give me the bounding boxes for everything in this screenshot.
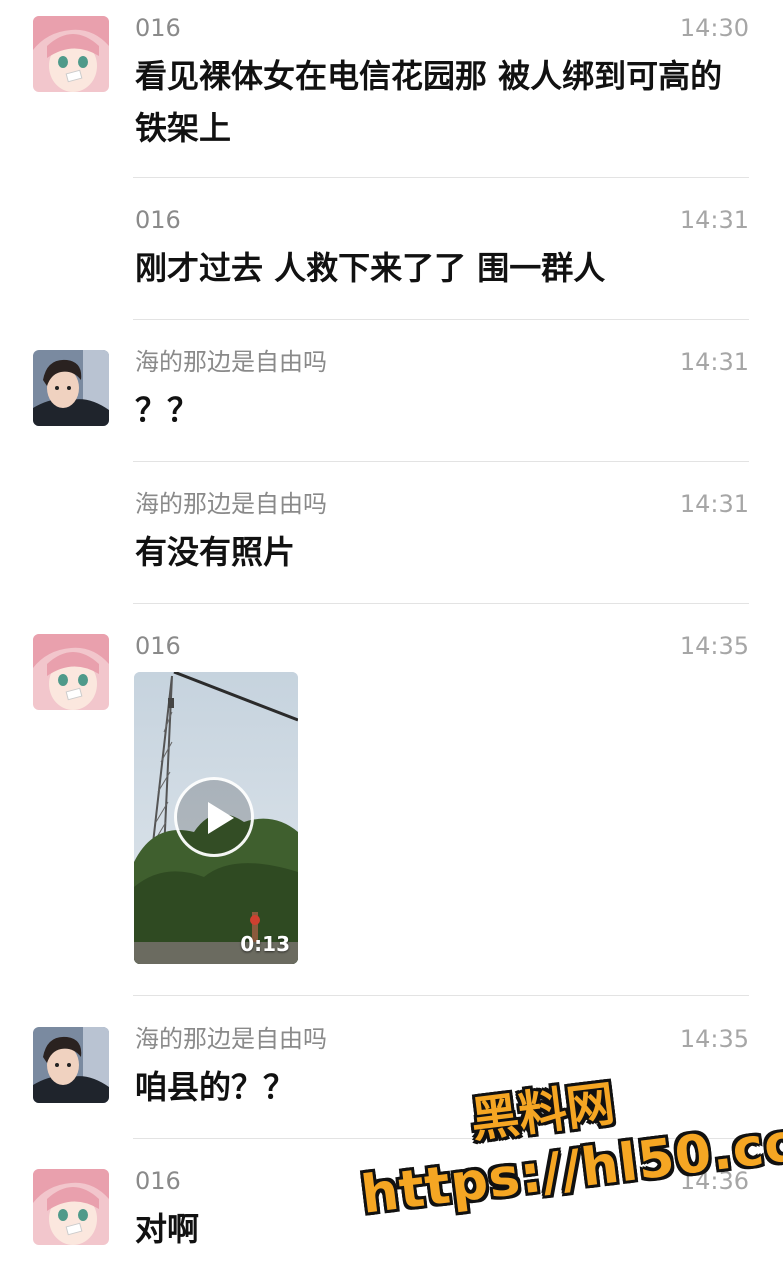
divider [133, 603, 749, 604]
sender-name: 海的那边是自由吗 [135, 490, 327, 518]
avatar-young-man[interactable] [33, 1027, 109, 1103]
sender-name: 016 [135, 632, 181, 660]
message-text: ？？ [135, 391, 200, 429]
message-time: 14:31 [679, 206, 749, 234]
message-time: 14:35 [679, 1025, 749, 1053]
sender-name: 016 [135, 1167, 181, 1195]
video-duration: 0:13 [240, 932, 290, 956]
person-avatar-icon [33, 1027, 109, 1103]
play-icon[interactable] [174, 777, 254, 857]
message-text: 刚才过去 人救下来了了 围一群人 [135, 249, 606, 287]
anime-avatar-icon [33, 1169, 109, 1245]
sender-name: 海的那边是自由吗 [135, 1025, 327, 1053]
avatar-anime-girl[interactable] [33, 634, 109, 710]
avatar-young-man[interactable] [33, 350, 109, 426]
message-time: 14:31 [679, 490, 749, 518]
message-time: 14:30 [679, 14, 749, 42]
message-time: 14:31 [679, 348, 749, 376]
avatar-anime-girl[interactable] [33, 16, 109, 92]
person-avatar-icon [33, 350, 109, 426]
sender-name: 016 [135, 14, 181, 42]
anime-avatar-icon [33, 16, 109, 92]
divider [133, 461, 749, 462]
divider [133, 177, 749, 178]
anime-avatar-icon [33, 634, 109, 710]
sender-name: 016 [135, 206, 181, 234]
message-text: 看见裸体女在电信花园那 被人绑到可高的铁架上 [135, 57, 723, 147]
video-thumbnail[interactable]: 0:13 [134, 672, 298, 964]
divider [133, 319, 749, 320]
message-text: 有没有照片 [135, 533, 296, 571]
avatar-anime-girl[interactable] [33, 1169, 109, 1245]
divider [133, 995, 749, 996]
sender-name: 海的那边是自由吗 [135, 348, 327, 376]
message-time: 14:35 [679, 632, 749, 660]
